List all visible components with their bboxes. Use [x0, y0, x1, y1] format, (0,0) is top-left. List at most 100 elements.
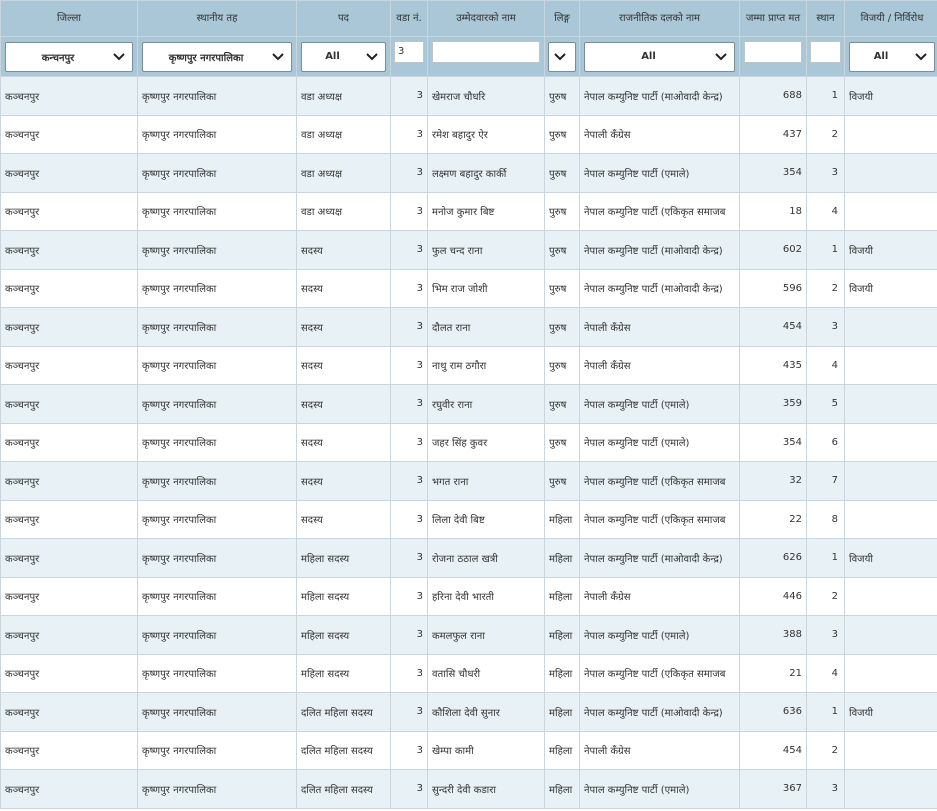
cell-candidate-name: कमलफुल राना	[427, 615, 545, 655]
table-row: कञ्चनपुर कृष्णपुर नगरपालिका सदस्य 3 रघुवीर र…	[0, 384, 937, 424]
cell-candidate-name: दौलत राना	[427, 307, 545, 347]
cell-ward: 3	[390, 307, 428, 347]
table-row: कञ्चनपुर कृष्णपुर नगरपालिका सदस्य 3 नाथु राम…	[0, 345, 937, 385]
cell-local-level: कृष्णपुर नगरपालिका	[137, 191, 297, 231]
cell-votes: 688	[739, 76, 807, 116]
cell-winner: विजयी	[844, 268, 937, 308]
cell-votes: 22	[739, 499, 807, 539]
cell-candidate-name: रमेश बहादुर ऐर	[427, 114, 545, 154]
col-header-winner[interactable]: विजयी / निर्विरोध	[844, 0, 937, 37]
cell-winner	[844, 345, 937, 385]
votes-filter-input[interactable]	[744, 40, 802, 63]
cell-post: वडा अध्यक्ष	[296, 76, 391, 116]
cell-votes: 435	[739, 345, 807, 385]
col-header-local-level[interactable]: स्थानीय तह	[137, 0, 297, 37]
ward-filter-input[interactable]: 3	[394, 40, 424, 63]
cell-candidate-name: लिला देवी बिष्ट	[427, 499, 545, 539]
cell-gender: महिला	[544, 499, 580, 539]
cell-party: नेपाली कँग्रेस	[579, 307, 740, 347]
cell-party: नेपाल कम्युनिष्ट पार्टी (माओवादी केन्द्र…	[579, 268, 740, 308]
cell-votes: 359	[739, 384, 807, 424]
col-header-party[interactable]: राजनीतिक दलको नाम	[579, 0, 740, 37]
col-header-gender[interactable]: लिङ्ग	[544, 0, 580, 37]
rank-filter-input[interactable]	[810, 40, 841, 63]
cell-ward: 3	[390, 653, 428, 693]
cell-post: वडा अध्यक्ष	[296, 114, 391, 154]
cell-rank: 2	[806, 730, 845, 770]
cell-winner	[844, 307, 937, 347]
cell-post: सदस्य	[296, 384, 391, 424]
cell-rank: 4	[806, 653, 845, 693]
cell-post: सदस्य	[296, 422, 391, 462]
cell-rank: 1	[806, 230, 845, 270]
cell-gender: पुरुष	[544, 153, 580, 193]
cell-local-level: कृष्णपुर नगरपालिका	[137, 769, 297, 809]
cell-gender: पुरुष	[544, 230, 580, 270]
cell-rank: 4	[806, 345, 845, 385]
cell-post: सदस्य	[296, 499, 391, 539]
cell-district: कञ्चनपुर	[0, 76, 138, 116]
cell-ward: 3	[390, 76, 428, 116]
cell-votes: 636	[739, 692, 807, 732]
cell-ward: 3	[390, 384, 428, 424]
table-row: कञ्चनपुर कृष्णपुर नगरपालिका महिला सदस्य 3 कम…	[0, 615, 937, 655]
col-header-post[interactable]: पद	[296, 0, 391, 37]
cell-district: कञ्चनपुर	[0, 384, 138, 424]
col-header-district[interactable]: जिल्ला	[0, 0, 138, 37]
cell-party: नेपाल कम्युनिष्ट पार्टी (एकिकृत समाजब	[579, 461, 740, 501]
cell-rank: 8	[806, 499, 845, 539]
cell-rank: 2	[806, 576, 845, 616]
gender-filter-select[interactable]	[548, 41, 576, 72]
cell-local-level: कृष्णपुर नगरपालिका	[137, 114, 297, 154]
chevron-down-icon	[915, 52, 927, 60]
table-row: कञ्चनपुर कृष्णपुर नगरपालिका वडा अध्यक्ष 3 लक…	[0, 153, 937, 193]
cell-district: कञ्चनपुर	[0, 615, 138, 655]
cell-party: नेपाल कम्युनिष्ट पार्टी (एमाले)	[579, 384, 740, 424]
cell-candidate-name: सुन्दरी देवी कडारा	[427, 769, 545, 809]
col-header-total-votes[interactable]: जम्मा प्राप्त मत	[739, 0, 807, 37]
chevron-down-icon	[554, 52, 566, 60]
col-header-rank[interactable]: स्थान	[806, 0, 845, 37]
cell-candidate-name: लक्ष्मण बहादुर कार्की	[427, 153, 545, 193]
cell-votes: 21	[739, 653, 807, 693]
cell-ward: 3	[390, 499, 428, 539]
district-filter-select[interactable]: कन्चनपुर	[5, 41, 133, 72]
cell-gender: महिला	[544, 692, 580, 732]
col-header-ward[interactable]: वडा नं.	[390, 0, 428, 37]
cell-local-level: कृष्णपुर नगरपालिका	[137, 499, 297, 539]
cell-candidate-name: रघुवीर राना	[427, 384, 545, 424]
winner-filter-select[interactable]: All	[849, 41, 935, 72]
cell-post: वडा अध्यक्ष	[296, 191, 391, 231]
table-row: कञ्चनपुर कृष्णपुर नगरपालिका दलित महिला सदस…	[0, 730, 937, 770]
cell-gender: महिला	[544, 769, 580, 809]
local-level-filter-select[interactable]: कृष्णपुर नगरपालिका	[142, 41, 292, 72]
cell-rank: 3	[806, 153, 845, 193]
col-header-candidate-name[interactable]: उम्मेदवारको नाम	[427, 0, 545, 37]
cell-candidate-name: नाथु राम ठगौरा	[427, 345, 545, 385]
cell-party: नेपाली कँग्रेस	[579, 576, 740, 616]
post-filter-value: All	[325, 51, 340, 62]
cell-ward: 3	[390, 461, 428, 501]
cell-post: सदस्य	[296, 230, 391, 270]
cell-local-level: कृष्णपुर नगरपालिका	[137, 461, 297, 501]
cell-post: सदस्य	[296, 307, 391, 347]
cell-post: महिला सदस्य	[296, 615, 391, 655]
cell-ward: 3	[390, 153, 428, 193]
cell-gender: महिला	[544, 576, 580, 616]
cell-post: महिला सदस्य	[296, 653, 391, 693]
cell-district: कञ्चनपुर	[0, 461, 138, 501]
table-row: कञ्चनपुर कृष्णपुर नगरपालिका वडा अध्यक्ष 3 खे…	[0, 76, 937, 116]
cell-post: महिला सदस्य	[296, 576, 391, 616]
table-row: कञ्चनपुर कृष्णपुर नगरपालिका सदस्य 3 फुल चन्द…	[0, 230, 937, 270]
cell-candidate-name: हरिना देवी भारती	[427, 576, 545, 616]
post-filter-select[interactable]: All	[301, 41, 386, 72]
cell-party: नेपाली कँग्रेस	[579, 730, 740, 770]
cell-candidate-name: वतासि चौधरी	[427, 653, 545, 693]
name-filter-input[interactable]	[432, 40, 540, 63]
cell-post: सदस्य	[296, 461, 391, 501]
cell-gender: महिला	[544, 538, 580, 578]
cell-rank: 3	[806, 769, 845, 809]
cell-votes: 18	[739, 191, 807, 231]
cell-ward: 3	[390, 191, 428, 231]
party-filter-select[interactable]: All	[584, 41, 735, 72]
